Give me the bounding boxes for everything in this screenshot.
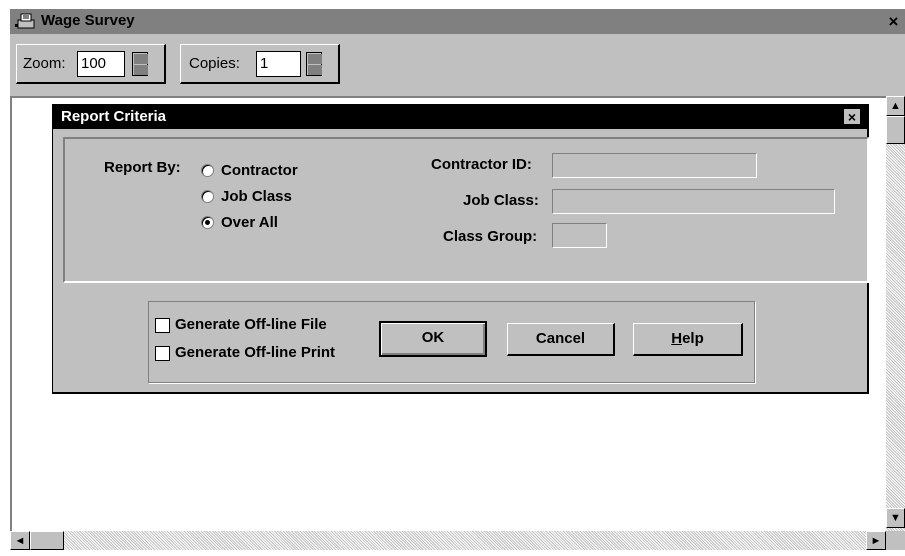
spin-down-icon[interactable] xyxy=(134,65,148,75)
checkbox-offline-print[interactable]: Generate Off-line Print xyxy=(155,344,365,364)
cancel-button[interactable]: Cancel xyxy=(507,323,615,356)
radio-button[interactable] xyxy=(201,164,214,177)
vertical-scroll-thumb[interactable] xyxy=(886,116,905,144)
horizontal-scroll-thumb[interactable] xyxy=(30,531,64,550)
copies-label: Copies: xyxy=(189,55,240,72)
job-class-field[interactable] xyxy=(552,189,835,214)
radio-button-selected[interactable] xyxy=(201,216,214,229)
spin-up-icon[interactable] xyxy=(308,54,322,64)
checkbox-label: Generate Off-line Print xyxy=(175,344,336,361)
scroll-right-icon[interactable]: ► xyxy=(866,531,886,550)
radio-button[interactable] xyxy=(201,190,214,203)
window-title-bar[interactable]: Wage Survey × xyxy=(10,9,905,34)
vertical-scrollbar[interactable]: ▲ ▼ xyxy=(886,96,905,531)
checkbox-label: Generate Off-line File xyxy=(175,316,327,333)
checkbox-offline-file[interactable]: Generate Off-line File xyxy=(155,316,365,336)
criteria-panel: Report By: Contractor Job Class Over All… xyxy=(63,137,869,283)
job-class-label: Job Class: xyxy=(463,192,539,209)
help-mnemonic: H xyxy=(671,330,683,347)
scroll-up-icon[interactable]: ▲ xyxy=(886,96,905,116)
window-close-icon[interactable]: × xyxy=(884,12,903,31)
zoom-group: Zoom: 100 xyxy=(16,44,166,84)
app-icon xyxy=(15,12,37,30)
copies-spinner[interactable] xyxy=(306,52,322,76)
class-group-label: Class Group: xyxy=(443,228,538,245)
radio-label: Over All xyxy=(221,214,278,231)
checkbox[interactable] xyxy=(155,346,170,361)
dialog-title-bar[interactable]: Report Criteria × xyxy=(53,105,867,129)
zoom-input[interactable]: 100 xyxy=(77,51,125,77)
copies-input[interactable]: 1 xyxy=(256,51,301,77)
toolbar: Zoom: 100 Copies: 1 xyxy=(10,34,905,96)
report-criteria-dialog: Report Criteria × Report By: Contractor … xyxy=(52,104,869,394)
radio-label: Contractor xyxy=(221,162,298,179)
window-title: Wage Survey xyxy=(41,12,135,29)
help-button[interactable]: Help xyxy=(633,323,743,356)
report-by-label: Report By: xyxy=(104,159,181,176)
zoom-spinner[interactable] xyxy=(132,52,148,76)
spin-down-icon[interactable] xyxy=(308,65,322,75)
checkbox[interactable] xyxy=(155,318,170,333)
scroll-left-icon[interactable]: ◄ xyxy=(10,531,30,550)
radio-contractor[interactable]: Contractor xyxy=(201,161,341,181)
horizontal-scrollbar[interactable]: ◄ ► xyxy=(10,531,886,550)
scroll-down-icon[interactable]: ▼ xyxy=(886,508,905,528)
radio-job-class[interactable]: Job Class xyxy=(201,187,341,207)
spin-up-icon[interactable] xyxy=(134,54,148,64)
scrollbar-corner xyxy=(886,531,905,550)
copies-group: Copies: 1 xyxy=(180,44,340,84)
dialog-title: Report Criteria xyxy=(61,108,167,125)
class-group-field[interactable] xyxy=(552,223,607,248)
radio-over-all[interactable]: Over All xyxy=(201,213,341,233)
options-panel: Generate Off-line File Generate Off-line… xyxy=(148,301,755,383)
ok-button[interactable]: OK xyxy=(379,321,487,357)
zoom-label: Zoom: xyxy=(23,55,66,72)
contractor-id-label: Contractor ID: xyxy=(431,156,532,173)
radio-label: Job Class xyxy=(221,188,292,205)
dialog-close-icon[interactable]: × xyxy=(843,108,861,125)
contractor-id-field[interactable] xyxy=(552,153,757,178)
help-label-rest: elp xyxy=(682,330,704,347)
